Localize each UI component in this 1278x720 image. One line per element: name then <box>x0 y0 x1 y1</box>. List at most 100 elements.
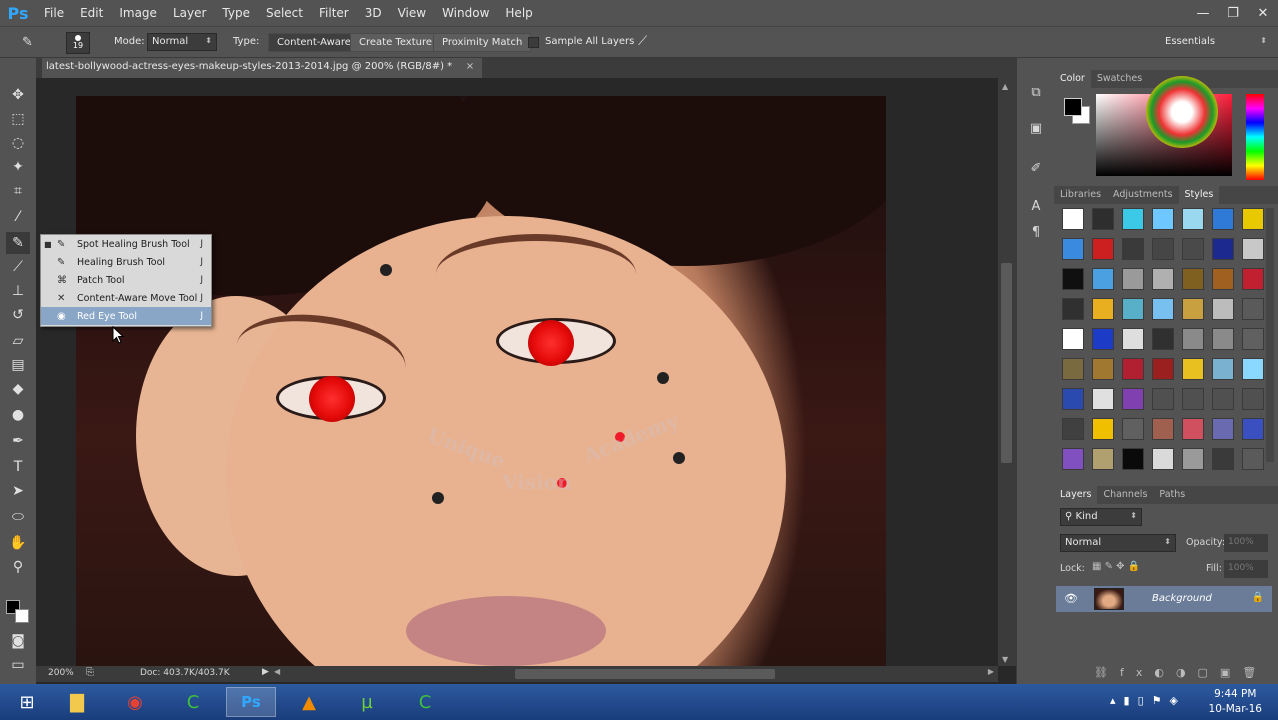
menu-view[interactable]: View <box>390 6 434 20</box>
style-swatch[interactable] <box>1092 448 1114 470</box>
scroll-up-icon[interactable]: ▲ <box>1002 82 1008 91</box>
menu-select[interactable]: Select <box>258 6 311 20</box>
mode-dropdown[interactable]: Normal ⬍ <box>147 33 217 51</box>
pen-tool-icon[interactable]: ✒ <box>6 430 30 452</box>
style-swatch[interactable] <box>1062 238 1084 260</box>
style-swatch[interactable] <box>1152 358 1174 380</box>
style-swatch[interactable] <box>1242 388 1264 410</box>
photoshop-icon[interactable]: Ps <box>226 687 276 717</box>
style-swatch[interactable] <box>1242 268 1264 290</box>
style-swatch[interactable] <box>1182 418 1204 440</box>
scroll-left-icon[interactable]: ◀ <box>274 667 280 676</box>
style-swatch[interactable] <box>1152 208 1174 230</box>
tab-channels[interactable]: Channels <box>1097 486 1153 504</box>
clone-stamp-tool-icon[interactable]: ⊥ <box>6 280 30 302</box>
status-menu-arrow-icon[interactable]: ▶ <box>262 667 269 677</box>
style-swatch[interactable] <box>1122 238 1144 260</box>
vertical-scrollbar[interactable]: ▲ ▼ <box>998 78 1016 666</box>
document-tab[interactable]: latest-bollywood-actress-eyes-makeup-sty… <box>42 58 483 78</box>
style-swatch[interactable] <box>1152 268 1174 290</box>
style-swatch[interactable] <box>1182 208 1204 230</box>
background-color-swatch[interactable] <box>15 609 29 623</box>
style-swatch[interactable] <box>1062 448 1084 470</box>
screen-mode-icon[interactable]: ▭ <box>6 654 30 676</box>
style-swatch[interactable] <box>1242 418 1264 440</box>
style-swatch[interactable] <box>1182 268 1204 290</box>
style-swatch[interactable] <box>1152 388 1174 410</box>
tab-libraries[interactable]: Libraries <box>1054 186 1107 204</box>
horizontal-scroll-thumb[interactable] <box>515 669 775 679</box>
layer-row-background[interactable]: 👁 Background 🔒 <box>1056 586 1272 612</box>
layer-footer-icons[interactable]: ⛓fx◐◑▢▣🗑 <box>1094 666 1268 679</box>
spot-healing-brush-icon[interactable]: ✎ <box>22 35 42 51</box>
share-icon[interactable]: ⎘ <box>86 667 94 678</box>
style-swatch[interactable] <box>1062 388 1084 410</box>
style-swatch[interactable] <box>1212 208 1234 230</box>
properties-panel-icon[interactable]: ▣ <box>1026 118 1046 138</box>
style-swatch[interactable] <box>1092 298 1114 320</box>
taskbar-clock[interactable]: 9:44 PM 10-Mar-16 <box>1209 687 1262 717</box>
style-swatch[interactable] <box>1122 358 1144 380</box>
fill-field[interactable]: 100% <box>1224 560 1268 578</box>
canvas-area[interactable]: Unique Vision Academy <box>36 78 1016 666</box>
style-swatch[interactable] <box>1122 388 1144 410</box>
style-swatch[interactable] <box>1092 238 1114 260</box>
hue-slider[interactable] <box>1246 94 1264 180</box>
eyedropper-tool-icon[interactable]: ⁄ <box>6 206 30 228</box>
style-swatch[interactable] <box>1182 388 1204 410</box>
style-swatch[interactable] <box>1062 328 1084 350</box>
brush-preset-picker[interactable]: 19 <box>66 32 90 54</box>
character-panel-icon[interactable]: A <box>1026 196 1046 216</box>
blend-mode-dropdown[interactable]: Normal ⬍ <box>1060 534 1176 552</box>
menu-type[interactable]: Type <box>214 6 258 20</box>
start-icon[interactable]: ⊞ <box>2 687 52 717</box>
flyout-item-healing-brush[interactable]: ✎ Healing Brush Tool J <box>41 253 211 271</box>
style-swatch[interactable] <box>1212 298 1234 320</box>
move-tool-icon[interactable]: ✥ <box>6 84 30 106</box>
paragraph-panel-icon[interactable]: ¶ <box>1026 222 1046 242</box>
style-swatch[interactable] <box>1182 328 1204 350</box>
blur-tool-icon[interactable]: ◆ <box>6 378 30 400</box>
camtasia-icon[interactable]: C <box>168 687 218 717</box>
style-swatch[interactable] <box>1122 208 1144 230</box>
style-swatch[interactable] <box>1242 358 1264 380</box>
style-swatch[interactable] <box>1062 298 1084 320</box>
history-brush-tool-icon[interactable]: ↺ <box>6 304 30 326</box>
style-swatch[interactable] <box>1092 208 1114 230</box>
chrome-icon[interactable]: ◉ <box>110 687 160 717</box>
style-swatch[interactable] <box>1062 358 1084 380</box>
style-swatch[interactable] <box>1092 418 1114 440</box>
style-swatch[interactable] <box>1062 208 1084 230</box>
path-selection-tool-icon[interactable]: ➤ <box>6 480 30 502</box>
hand-tool-icon[interactable]: ✋ <box>6 532 30 554</box>
styles-scrollbar[interactable] <box>1266 208 1274 462</box>
brush-tool-icon[interactable]: ⟋ <box>6 256 30 278</box>
style-swatch[interactable] <box>1092 388 1114 410</box>
style-swatch[interactable] <box>1212 268 1234 290</box>
style-swatch[interactable] <box>1242 298 1264 320</box>
minimize-button[interactable]: — <box>1188 0 1218 26</box>
flyout-item-content-aware-move[interactable]: ✕ Content-Aware Move Tool J <box>41 289 211 307</box>
horizontal-scrollbar[interactable]: ◀ ▶ <box>270 666 998 682</box>
close-button[interactable]: ✕ <box>1248 0 1278 26</box>
menu-3d[interactable]: 3D <box>357 6 390 20</box>
spot-healing-brush-tool-icon[interactable]: ✎ <box>6 232 30 254</box>
flyout-item-red-eye[interactable]: ◉ Red Eye Tool J <box>41 307 211 325</box>
zoom-level[interactable]: 200% <box>48 668 74 678</box>
menu-file[interactable]: File <box>36 6 72 20</box>
pressure-icon[interactable]: ⟋ <box>638 34 654 50</box>
menu-image[interactable]: Image <box>111 6 165 20</box>
tab-layers[interactable]: Layers <box>1054 486 1098 504</box>
vlc-icon[interactable]: ▲ <box>284 687 334 717</box>
flyout-item-patch[interactable]: ⌘ Patch Tool J <box>41 271 211 289</box>
type-proximity-match[interactable]: Proximity Match <box>433 33 532 52</box>
menu-window[interactable]: Window <box>434 6 497 20</box>
marquee-tool-icon[interactable]: ⬚ <box>6 108 30 130</box>
sample-all-layers-checkbox[interactable] <box>528 37 539 48</box>
style-swatch[interactable] <box>1212 448 1234 470</box>
style-swatch[interactable] <box>1182 298 1204 320</box>
style-swatch[interactable] <box>1152 418 1174 440</box>
tab-adjustments[interactable]: Adjustments <box>1107 186 1179 204</box>
style-swatch[interactable] <box>1062 418 1084 440</box>
lock-icons[interactable]: ▦ ✎ ✥ 🔒 <box>1092 561 1140 572</box>
